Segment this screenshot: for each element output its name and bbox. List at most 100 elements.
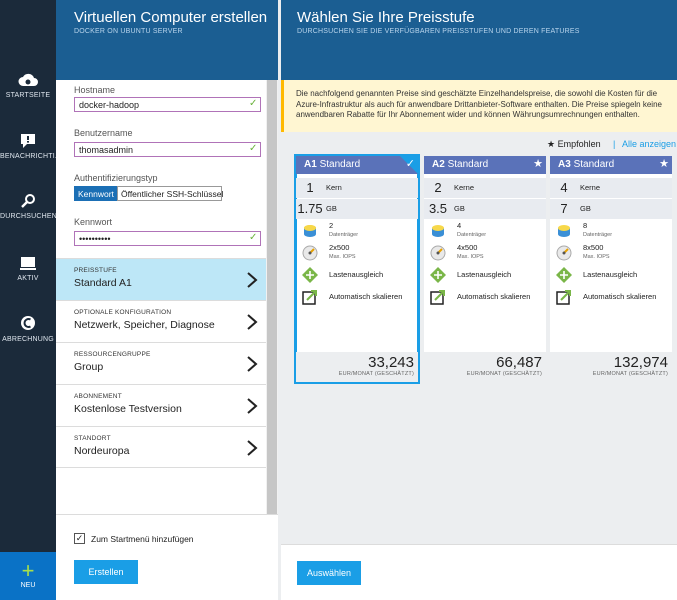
card-price-unit: EUR/MONAT (GESCHÄTZT) bbox=[592, 371, 668, 377]
disks-feature: 2 Datenträger bbox=[302, 222, 414, 242]
row-resource-group-label: RESSOURCENGRUPPE bbox=[74, 351, 151, 358]
select-button[interactable]: Auswählen bbox=[297, 561, 361, 585]
chevron-right-icon bbox=[247, 398, 258, 414]
nav-new-label: NEU bbox=[20, 582, 36, 589]
pricing-card-a3[interactable]: A3 Standard ★ 4 Kerne 7 GB 8 Datenträger … bbox=[550, 156, 672, 382]
basic-settings-form: Hostname docker-hadoop ✓ Benutzername th… bbox=[56, 80, 266, 258]
left-navigation: STARTSEITE BENACHRICHTI... DURCHSUCHEN A… bbox=[0, 0, 61, 600]
startmenu-checkbox[interactable]: ✓ bbox=[74, 533, 85, 544]
row-optional-config[interactable]: OPTIONALE KONFIGURATION Netzwerk, Speich… bbox=[56, 300, 266, 342]
nav-browse[interactable]: DURCHSUCHEN bbox=[0, 193, 57, 220]
card-name: Standard bbox=[319, 159, 361, 170]
hostname-input[interactable]: docker-hadoop bbox=[74, 97, 261, 112]
card-price-unit: EUR/MONAT (GESCHÄTZT) bbox=[466, 371, 542, 377]
disks-value: 8 bbox=[583, 221, 588, 230]
disks-value: 4 bbox=[457, 221, 462, 230]
gauge-icon bbox=[302, 245, 318, 261]
disks-unit: Datenträger bbox=[457, 232, 487, 238]
auth-ssh-key-option[interactable]: Öffentlicher SSH-Schlüssel bbox=[117, 186, 223, 201]
iops-value: 4x500 bbox=[457, 243, 478, 252]
chevron-right-icon bbox=[247, 314, 258, 330]
card-code: A2 bbox=[432, 159, 445, 170]
autoscale-icon bbox=[430, 290, 445, 305]
billing-icon bbox=[21, 316, 35, 330]
disks-text: 4 Datenträger bbox=[457, 222, 486, 239]
notification-icon bbox=[21, 134, 35, 148]
loadbalancer-feature: Lastenausgleich bbox=[556, 266, 668, 286]
create-vm-title: Virtuellen Computer erstellen bbox=[74, 9, 268, 26]
nav-billing[interactable]: ABRECHNUNG bbox=[0, 314, 56, 343]
cores-row: 2 Kerne bbox=[424, 178, 546, 198]
create-vm-footer: ✓ Zum Startmenü hinzufügen Erstellen bbox=[56, 514, 278, 600]
password-label: Kennwort bbox=[74, 217, 113, 227]
iops-unit: Max. IOPS bbox=[583, 254, 610, 260]
iops-feature: 8x500 Max. IOPS bbox=[556, 244, 668, 264]
row-optional-config-label: OPTIONALE KONFIGURATION bbox=[74, 309, 172, 316]
nav-notifications[interactable]: BENACHRICHTI... bbox=[0, 133, 61, 160]
auth-password-option[interactable]: Kennwort bbox=[74, 186, 117, 201]
pricing-card-a2[interactable]: A2 Standard ★ 2 Kerne 3.5 GB 4 Datenträge… bbox=[424, 156, 546, 382]
card-code: A1 bbox=[304, 159, 317, 170]
create-button[interactable]: Erstellen bbox=[74, 560, 138, 584]
card-header: A2 Standard bbox=[424, 156, 546, 174]
cores-unit: Kerne bbox=[580, 183, 601, 192]
cores-row: 4 Kerne bbox=[550, 178, 672, 198]
username-input[interactable]: thomasadmin bbox=[74, 142, 261, 157]
legend-separator: | bbox=[613, 139, 616, 149]
pricing-tier-header: Wählen Sie Ihre Preisstufe DURCHSUCHEN S… bbox=[281, 0, 677, 80]
cores-unit: Kerne bbox=[454, 183, 475, 192]
iops-unit: Max. IOPS bbox=[457, 254, 484, 260]
nav-home-label: STARTSEITE bbox=[5, 92, 51, 99]
row-subscription-label: ABONNEMENT bbox=[74, 393, 122, 400]
row-subscription[interactable]: ABONNEMENT Kostenlose Testversion bbox=[56, 384, 266, 426]
disks-value: 2 bbox=[329, 221, 334, 230]
disks-unit: Datenträger bbox=[329, 232, 359, 238]
row-pricing-tier[interactable]: PREISSTUFE Standard A1 bbox=[56, 258, 266, 300]
nav-home[interactable]: STARTSEITE bbox=[0, 72, 56, 99]
price-notice: Die nachfolgend genannten Preise sind ge… bbox=[281, 80, 677, 132]
row-optional-config-value: Netzwerk, Speicher, Diagnose bbox=[74, 319, 215, 331]
selected-check-icon: ✓ bbox=[405, 158, 415, 170]
row-resource-group[interactable]: RESSOURCENGRUPPE Group bbox=[56, 342, 266, 384]
card-price: 66,487 bbox=[496, 354, 542, 371]
disks-unit: Datenträger bbox=[583, 232, 613, 238]
pricing-tier-title: Wählen Sie Ihre Preisstufe bbox=[297, 9, 475, 26]
cores-value: 2 bbox=[434, 180, 442, 195]
nav-active-label: AKTIV bbox=[17, 275, 39, 282]
create-vm-header: Virtuellen Computer erstellen DOCKER ON … bbox=[56, 0, 278, 80]
memory-value: 3.5 bbox=[428, 201, 448, 216]
pricing-card-a1[interactable]: A1 Standard ✓ 1 Kern 1.75 GB 2 Datenträge… bbox=[294, 154, 420, 384]
browse-icon bbox=[21, 194, 35, 208]
recommended-star-icon: ★ bbox=[659, 158, 669, 170]
card-price-unit: EUR/MONAT (GESCHÄTZT) bbox=[338, 371, 414, 377]
autoscale-icon bbox=[302, 290, 317, 305]
auth-type-label: Authentifizierungstyp bbox=[74, 173, 158, 183]
recommended-legend: ★ Empfohlen bbox=[547, 139, 601, 150]
disks-feature: 8 Datenträger bbox=[556, 222, 668, 242]
memory-row: 1.75 GB bbox=[296, 199, 418, 219]
autoscale-text: Automatisch skalieren bbox=[583, 292, 657, 301]
card-price-area: 33,243 EUR/MONAT (GESCHÄTZT) bbox=[296, 352, 418, 382]
autoscale-feature: Automatisch skalieren bbox=[556, 288, 668, 308]
card-name: Standard bbox=[573, 159, 615, 170]
nav-new-button[interactable]: + NEU bbox=[0, 552, 56, 600]
row-location[interactable]: STANDORT Nordeuropa bbox=[56, 426, 266, 468]
password-input[interactable]: •••••••••• bbox=[74, 231, 261, 246]
iops-value: 8x500 bbox=[583, 243, 604, 252]
loadbalancer-feature: Lastenausgleich bbox=[302, 266, 414, 286]
load-balancer-icon bbox=[430, 267, 446, 283]
blade1-scrollbar[interactable] bbox=[266, 80, 278, 514]
memory-value: 1.75 bbox=[297, 201, 323, 216]
nav-active[interactable]: AKTIV bbox=[0, 255, 56, 282]
blade1-scroll-thumb[interactable] bbox=[267, 80, 277, 514]
memory-unit: GB bbox=[454, 204, 465, 213]
hostname-label: Hostname bbox=[74, 85, 116, 95]
load-balancer-icon bbox=[556, 267, 572, 283]
recommended-star-icon: ★ bbox=[533, 158, 543, 170]
show-all-link[interactable]: Alle anzeigen bbox=[622, 139, 676, 149]
memory-row: 3.5 GB bbox=[424, 199, 546, 219]
disks-text: 2 Datenträger bbox=[329, 222, 358, 239]
card-price: 132,974 bbox=[613, 354, 668, 371]
loadbalancer-feature: Lastenausgleich bbox=[430, 266, 542, 286]
startmenu-label: Zum Startmenü hinzufügen bbox=[91, 534, 194, 544]
